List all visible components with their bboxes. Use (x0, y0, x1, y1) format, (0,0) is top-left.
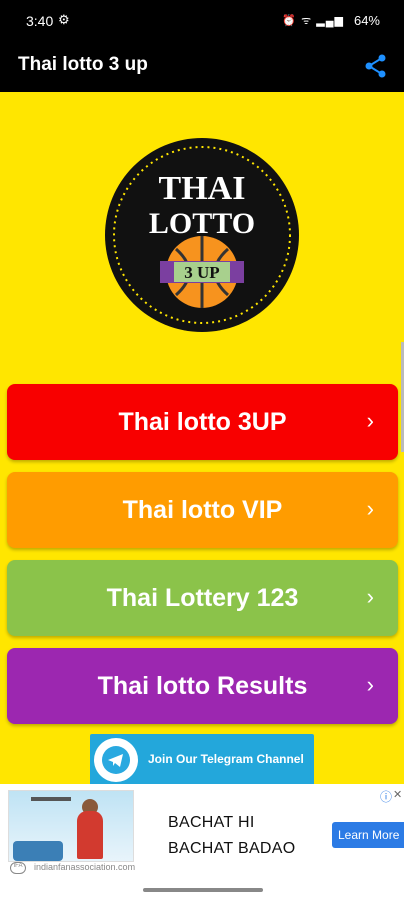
ad-close-icon[interactable]: ✕ (393, 788, 402, 801)
menu-button-thai-lotto-vip[interactable]: Thai lotto VIP › (7, 472, 398, 548)
chevron-right-icon: › (366, 496, 374, 521)
chevron-right-icon: › (366, 584, 374, 609)
telegram-icon (102, 746, 130, 774)
telegram-text: Join Our Telegram Channel (148, 752, 304, 766)
telegram-logo (94, 738, 138, 782)
main-content: THAI LOTTO 3 UP Thai lotto 3UP › Thai lo… (0, 92, 404, 786)
sofa-shape (13, 841, 63, 861)
ad-domain: indianfanassociation.com (34, 862, 136, 872)
menu-button-label: Thai lotto Results (97, 671, 308, 700)
share-icon[interactable] (362, 52, 390, 80)
thai-lotto-logo: THAI LOTTO 3 UP (105, 138, 299, 332)
logo-line2: LOTTO (149, 207, 255, 240)
menu-button-label: Thai lotto 3UP (118, 407, 287, 436)
settings-icon: ⚙ (58, 12, 70, 27)
battery-status: 64% (353, 13, 380, 28)
navigation-bar (0, 884, 404, 900)
ad-info-icon[interactable]: ⓘ (380, 788, 392, 805)
menu-button-label: Thai lotto VIP (122, 495, 283, 524)
fan-shape (31, 797, 71, 801)
home-indicator[interactable] (143, 888, 263, 892)
app-title: Thai lotto 3 up (18, 54, 148, 75)
ad-image (8, 790, 134, 862)
status-bar: 3:40 ⚙ ⏰ ᯤ ▂▄▆ 64% (0, 0, 404, 42)
ad-headline-2: BACHAT BADAO (168, 840, 296, 857)
menu-button-thai-lottery-123[interactable]: Thai Lottery 123 › (7, 560, 398, 636)
menu-button-thai-lotto-3up[interactable]: Thai lotto 3UP › (7, 384, 398, 460)
status-icons: ⏰ ᯤ ▂▄▆ (282, 15, 344, 27)
ad-headline-1: BACHAT HI (168, 814, 255, 831)
ad-banner[interactable]: BACHAT HI BACHAT BADAO Learn More ⓘ ✕ IF… (0, 784, 404, 884)
menu-button-thai-lotto-results[interactable]: Thai lotto Results › (7, 648, 398, 724)
logo-line1: THAI (159, 170, 246, 207)
telegram-banner[interactable]: Join Our Telegram Channel (90, 734, 314, 786)
learn-more-button[interactable]: Learn More (332, 822, 404, 848)
chevron-right-icon: › (366, 408, 374, 433)
ad-badge-icon: IFA (10, 862, 26, 874)
status-time: 3:40 (26, 13, 54, 29)
app-bar: Thai lotto 3 up (0, 42, 404, 92)
person-body (77, 811, 103, 859)
chevron-right-icon: › (366, 672, 374, 697)
logo-badge: 3 UP (184, 263, 219, 282)
menu-button-label: Thai Lottery 123 (106, 583, 299, 612)
